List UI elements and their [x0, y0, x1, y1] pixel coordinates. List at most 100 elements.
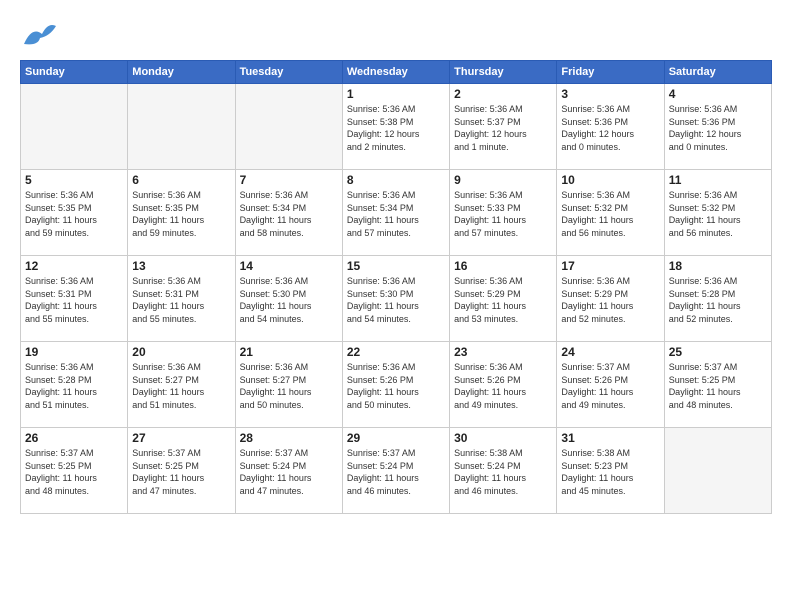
- day-info: Sunrise: 5:36 AM Sunset: 5:26 PM Dayligh…: [454, 361, 552, 411]
- week-row-5: 26 Sunrise: 5:37 AM Sunset: 5:25 PM Dayli…: [21, 428, 772, 514]
- calendar-cell: 25 Sunrise: 5:37 AM Sunset: 5:25 PM Dayli…: [664, 342, 771, 428]
- day-number: 27: [132, 431, 230, 445]
- calendar-cell: 14Sunrise: 5:36 AM Sunset: 5:30 PM Dayli…: [235, 256, 342, 342]
- day-number: 26: [25, 431, 123, 445]
- day-number: 3: [561, 87, 659, 101]
- day-number: 12: [25, 259, 123, 273]
- weekday-header-thursday: Thursday: [450, 61, 557, 84]
- day-info: Sunrise: 5:36 AM Sunset: 5:35 PM Dayligh…: [132, 189, 230, 239]
- weekday-header-tuesday: Tuesday: [235, 61, 342, 84]
- calendar-cell: 29 Sunrise: 5:37 AM Sunset: 5:24 PM Dayli…: [342, 428, 449, 514]
- day-number: 29: [347, 431, 445, 445]
- logo: [20, 16, 62, 54]
- day-info: Sunrise: 5:36 AM Sunset: 5:38 PM Dayligh…: [347, 103, 445, 153]
- day-info: Sunrise: 5:36 AM Sunset: 5:27 PM Dayligh…: [132, 361, 230, 411]
- day-number: 21: [240, 345, 338, 359]
- weekday-header-saturday: Saturday: [664, 61, 771, 84]
- day-info: Sunrise: 5:36 AM Sunset: 5:30 PM Dayligh…: [240, 275, 338, 325]
- day-number: 1: [347, 87, 445, 101]
- day-info: Sunrise: 5:36 AM Sunset: 5:26 PM Dayligh…: [347, 361, 445, 411]
- day-number: 6: [132, 173, 230, 187]
- calendar-cell: 24Sunrise: 5:37 AM Sunset: 5:26 PM Dayli…: [557, 342, 664, 428]
- day-number: 5: [25, 173, 123, 187]
- calendar-cell: 3 Sunrise: 5:36 AM Sunset: 5:36 PM Daylig…: [557, 84, 664, 170]
- day-number: 2: [454, 87, 552, 101]
- day-number: 30: [454, 431, 552, 445]
- day-info: Sunrise: 5:36 AM Sunset: 5:32 PM Dayligh…: [669, 189, 767, 239]
- calendar-cell: 7 Sunrise: 5:36 AM Sunset: 5:34 PM Daylig…: [235, 170, 342, 256]
- day-info: Sunrise: 5:37 AM Sunset: 5:26 PM Dayligh…: [561, 361, 659, 411]
- day-info: Sunrise: 5:36 AM Sunset: 5:32 PM Dayligh…: [561, 189, 659, 239]
- calendar-cell: [128, 84, 235, 170]
- week-row-4: 19 Sunrise: 5:36 AM Sunset: 5:28 PM Dayli…: [21, 342, 772, 428]
- day-number: 22: [347, 345, 445, 359]
- calendar-cell: 4Sunrise: 5:36 AM Sunset: 5:36 PM Daylig…: [664, 84, 771, 170]
- week-row-1: 1 Sunrise: 5:36 AM Sunset: 5:38 PM Daylig…: [21, 84, 772, 170]
- day-number: 13: [132, 259, 230, 273]
- day-info: Sunrise: 5:38 AM Sunset: 5:23 PM Dayligh…: [561, 447, 659, 497]
- day-info: Sunrise: 5:36 AM Sunset: 5:30 PM Dayligh…: [347, 275, 445, 325]
- day-number: 10: [561, 173, 659, 187]
- day-number: 25: [669, 345, 767, 359]
- day-info: Sunrise: 5:36 AM Sunset: 5:29 PM Dayligh…: [561, 275, 659, 325]
- day-info: Sunrise: 5:38 AM Sunset: 5:24 PM Dayligh…: [454, 447, 552, 497]
- calendar-cell: 20 Sunrise: 5:36 AM Sunset: 5:27 PM Dayli…: [128, 342, 235, 428]
- calendar-cell: 30 Sunrise: 5:38 AM Sunset: 5:24 PM Dayli…: [450, 428, 557, 514]
- day-number: 15: [347, 259, 445, 273]
- day-info: Sunrise: 5:37 AM Sunset: 5:24 PM Dayligh…: [347, 447, 445, 497]
- calendar-cell: 10 Sunrise: 5:36 AM Sunset: 5:32 PM Dayli…: [557, 170, 664, 256]
- day-info: Sunrise: 5:36 AM Sunset: 5:34 PM Dayligh…: [347, 189, 445, 239]
- logo-bird-icon: [20, 16, 58, 54]
- day-number: 11: [669, 173, 767, 187]
- day-number: 19: [25, 345, 123, 359]
- day-number: 9: [454, 173, 552, 187]
- day-info: Sunrise: 5:37 AM Sunset: 5:25 PM Dayligh…: [132, 447, 230, 497]
- week-row-3: 12 Sunrise: 5:36 AM Sunset: 5:31 PM Dayli…: [21, 256, 772, 342]
- day-info: Sunrise: 5:36 AM Sunset: 5:37 PM Dayligh…: [454, 103, 552, 153]
- calendar-cell: 22 Sunrise: 5:36 AM Sunset: 5:26 PM Dayli…: [342, 342, 449, 428]
- calendar-cell: 9 Sunrise: 5:36 AM Sunset: 5:33 PM Daylig…: [450, 170, 557, 256]
- day-number: 17: [561, 259, 659, 273]
- day-info: Sunrise: 5:36 AM Sunset: 5:27 PM Dayligh…: [240, 361, 338, 411]
- calendar-cell: 15 Sunrise: 5:36 AM Sunset: 5:30 PM Dayli…: [342, 256, 449, 342]
- day-number: 7: [240, 173, 338, 187]
- calendar-cell: 2 Sunrise: 5:36 AM Sunset: 5:37 PM Daylig…: [450, 84, 557, 170]
- day-number: 31: [561, 431, 659, 445]
- calendar-cell: 28Sunrise: 5:37 AM Sunset: 5:24 PM Dayli…: [235, 428, 342, 514]
- day-info: Sunrise: 5:36 AM Sunset: 5:31 PM Dayligh…: [25, 275, 123, 325]
- calendar-cell: 23 Sunrise: 5:36 AM Sunset: 5:26 PM Dayli…: [450, 342, 557, 428]
- weekday-header-wednesday: Wednesday: [342, 61, 449, 84]
- day-number: 23: [454, 345, 552, 359]
- weekday-header-monday: Monday: [128, 61, 235, 84]
- day-number: 16: [454, 259, 552, 273]
- calendar-cell: 27 Sunrise: 5:37 AM Sunset: 5:25 PM Dayli…: [128, 428, 235, 514]
- weekday-header-sunday: Sunday: [21, 61, 128, 84]
- calendar-cell: 6 Sunrise: 5:36 AM Sunset: 5:35 PM Daylig…: [128, 170, 235, 256]
- calendar-cell: [21, 84, 128, 170]
- day-info: Sunrise: 5:37 AM Sunset: 5:25 PM Dayligh…: [25, 447, 123, 497]
- calendar-cell: 12 Sunrise: 5:36 AM Sunset: 5:31 PM Dayli…: [21, 256, 128, 342]
- day-info: Sunrise: 5:36 AM Sunset: 5:36 PM Dayligh…: [561, 103, 659, 153]
- calendar: SundayMondayTuesdayWednesdayThursdayFrid…: [20, 60, 772, 514]
- calendar-cell: 16 Sunrise: 5:36 AM Sunset: 5:29 PM Dayli…: [450, 256, 557, 342]
- calendar-cell: 13Sunrise: 5:36 AM Sunset: 5:31 PM Dayli…: [128, 256, 235, 342]
- day-number: 20: [132, 345, 230, 359]
- day-info: Sunrise: 5:36 AM Sunset: 5:36 PM Dayligh…: [669, 103, 767, 153]
- day-info: Sunrise: 5:36 AM Sunset: 5:33 PM Dayligh…: [454, 189, 552, 239]
- day-info: Sunrise: 5:36 AM Sunset: 5:28 PM Dayligh…: [669, 275, 767, 325]
- day-number: 8: [347, 173, 445, 187]
- calendar-cell: 11 Sunrise: 5:36 AM Sunset: 5:32 PM Dayli…: [664, 170, 771, 256]
- calendar-cell: 1 Sunrise: 5:36 AM Sunset: 5:38 PM Daylig…: [342, 84, 449, 170]
- calendar-cell: [235, 84, 342, 170]
- day-info: Sunrise: 5:36 AM Sunset: 5:34 PM Dayligh…: [240, 189, 338, 239]
- day-info: Sunrise: 5:36 AM Sunset: 5:28 PM Dayligh…: [25, 361, 123, 411]
- calendar-cell: 31 Sunrise: 5:38 AM Sunset: 5:23 PM Dayli…: [557, 428, 664, 514]
- weekday-header-friday: Friday: [557, 61, 664, 84]
- day-number: 28: [240, 431, 338, 445]
- calendar-cell: [664, 428, 771, 514]
- day-info: Sunrise: 5:36 AM Sunset: 5:35 PM Dayligh…: [25, 189, 123, 239]
- calendar-cell: 21 Sunrise: 5:36 AM Sunset: 5:27 PM Dayli…: [235, 342, 342, 428]
- day-info: Sunrise: 5:36 AM Sunset: 5:29 PM Dayligh…: [454, 275, 552, 325]
- week-row-2: 5 Sunrise: 5:36 AM Sunset: 5:35 PM Daylig…: [21, 170, 772, 256]
- day-info: Sunrise: 5:37 AM Sunset: 5:25 PM Dayligh…: [669, 361, 767, 411]
